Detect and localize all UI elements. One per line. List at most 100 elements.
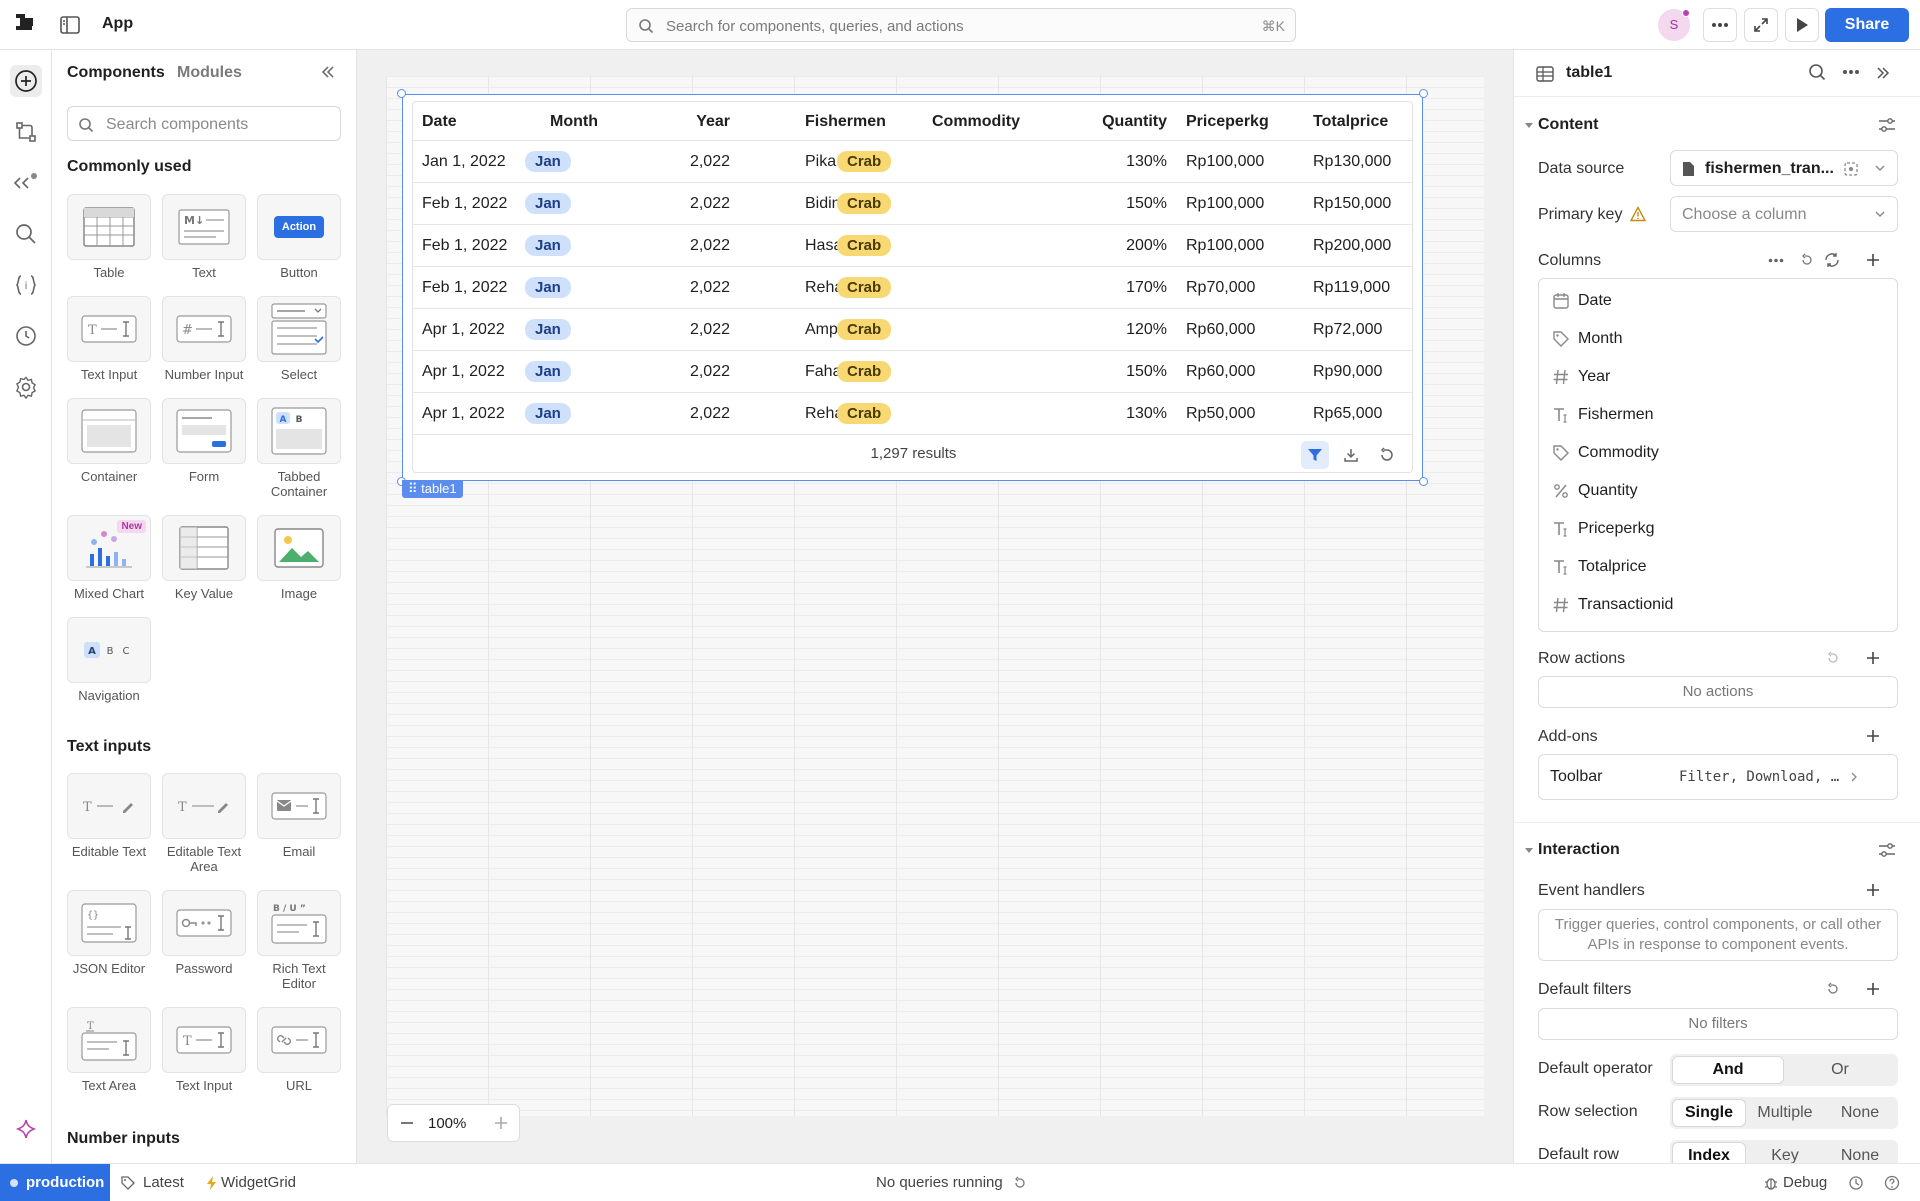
column-header-fishermen[interactable]: Fishermen [805, 113, 886, 131]
component-tile-password[interactable]: Password [162, 890, 246, 976]
panel-toggle-icon[interactable] [59, 14, 81, 36]
collapse-inspector-icon[interactable] [1875, 65, 1891, 81]
toolbar-addon-row[interactable]: Toolbar Filter, Download, … [1538, 754, 1898, 800]
component-tile-form[interactable]: Form [162, 398, 246, 484]
row-selection-multiple[interactable]: Multiple [1747, 1100, 1823, 1126]
add-column-icon[interactable] [1865, 252, 1881, 268]
table-row[interactable]: Feb 1, 2022 Jan 2,022 Bidin Crab 150% Rp100,00… [413, 183, 1412, 225]
section-interaction[interactable]: Interaction [1538, 841, 1620, 859]
default-row-key[interactable]: Key [1747, 1143, 1823, 1163]
component-tile-editable-text[interactable]: T Editable Text [67, 773, 151, 859]
sliders-icon[interactable] [1878, 116, 1896, 134]
component-name-tag[interactable]: ⠿ table1 [402, 480, 463, 498]
add-row-action-icon[interactable] [1865, 650, 1881, 666]
canvas[interactable]: Date Month Year Fishermen Commodity Quan… [357, 50, 1513, 1163]
component-tile-number-input[interactable]: # Number Input [162, 296, 246, 382]
component-tile-text-input-2[interactable]: T Text Input [162, 1007, 246, 1093]
collapse-panel-icon[interactable] [320, 64, 336, 80]
add-component-icon[interactable] [10, 65, 42, 97]
download-icon[interactable] [1337, 441, 1365, 469]
widget-grid-label[interactable]: WidgetGrid [221, 1174, 296, 1191]
add-addon-icon[interactable] [1865, 728, 1881, 744]
column-header-month[interactable]: Month [550, 113, 598, 131]
component-tile-tabbed-container[interactable]: AB Tabbed Container [257, 398, 341, 499]
workflow-icon[interactable] [10, 116, 42, 148]
row-selection-single[interactable]: Single [1673, 1100, 1745, 1126]
component-tile-text[interactable]: M↓ Text [162, 194, 246, 280]
fullscreen-button[interactable] [1744, 8, 1778, 42]
refresh-icon[interactable] [1373, 441, 1401, 469]
component-search-input[interactable]: Search components [67, 106, 341, 141]
row-selection-none[interactable]: None [1825, 1100, 1895, 1126]
component-tile-button[interactable]: Action Button [257, 194, 341, 280]
column-header-year[interactable]: Year [696, 113, 730, 131]
resize-handle-top-left[interactable] [397, 89, 406, 98]
more-menu-button[interactable] [1703, 8, 1737, 42]
history-icon[interactable] [1848, 1175, 1864, 1191]
environment-switcher[interactable]: production [0, 1164, 110, 1201]
tab-components[interactable]: Components [67, 64, 165, 82]
version-label[interactable]: Latest [143, 1174, 184, 1191]
search-icon[interactable] [10, 218, 42, 250]
component-tile-container[interactable]: Container [67, 398, 151, 484]
column-header-commodity[interactable]: Commodity [932, 113, 1020, 131]
component-tile-json-editor[interactable]: {} JSON Editor [67, 890, 151, 976]
code-icon[interactable] [10, 167, 42, 199]
app-title[interactable]: App [102, 15, 133, 33]
refresh-icon[interactable] [1013, 1176, 1027, 1190]
operator-and[interactable]: And [1673, 1057, 1783, 1083]
debug-button[interactable]: Debug [1783, 1174, 1827, 1191]
settings-gear-icon[interactable] [10, 371, 42, 403]
filter-icon[interactable] [1301, 441, 1329, 469]
search-icon[interactable] [1808, 63, 1826, 81]
component-tile-mixed-chart[interactable]: New Mixed Chart [67, 515, 151, 601]
component-tile-key-value[interactable]: Key Value [162, 515, 246, 601]
default-row-index[interactable]: Index [1673, 1143, 1745, 1163]
component-tile-table[interactable]: Table [67, 194, 151, 280]
reset-icon[interactable] [1800, 253, 1814, 267]
component-tile-text-area[interactable]: T Text Area [67, 1007, 151, 1093]
primary-key-select[interactable]: Choose a column [1670, 196, 1898, 232]
zoom-in-icon[interactable] [494, 1116, 508, 1130]
component-tile-rich-text-editor[interactable]: B / U ” Rich Text Editor [257, 890, 341, 991]
component-tile-select[interactable]: Select [257, 296, 341, 382]
component-tile-text-input[interactable]: T Text Input [67, 296, 151, 382]
caret-down-icon[interactable] [1525, 846, 1533, 854]
table-row[interactable]: Apr 1, 2022Jan2,022FahasanCrab150%Rp60,0… [413, 351, 1412, 393]
reset-icon[interactable] [1826, 651, 1840, 665]
table-row[interactable]: Apr 1, 2022 Jan 2,022 Rehan Crab 130% Rp50,000… [413, 393, 1412, 435]
component-tile-image[interactable]: Image [257, 515, 341, 601]
preview-button[interactable] [1785, 8, 1819, 42]
add-event-handler-icon[interactable] [1865, 882, 1881, 898]
caret-down-icon[interactable] [1525, 121, 1533, 129]
table-row[interactable]: Feb 1, 2022 Jan 2,022 Hasan Crab 200% Rp100,00… [413, 225, 1412, 267]
component-tile-url[interactable]: URL [257, 1007, 341, 1093]
history-icon[interactable] [10, 320, 42, 352]
table-component-selected[interactable]: Date Month Year Fishermen Commodity Quan… [402, 94, 1423, 481]
column-header-priceperkg[interactable]: Priceperkg [1186, 113, 1269, 131]
component-tile-email[interactable]: Email [257, 773, 341, 859]
zoom-level[interactable]: 100% [428, 1115, 466, 1132]
zoom-out-icon[interactable] [400, 1116, 414, 1130]
section-content[interactable]: Content [1538, 116, 1598, 134]
tab-modules[interactable]: Modules [177, 64, 242, 82]
table-row[interactable]: Apr 1, 2022 Jan 2,022 Ampe Crab 120% Rp60,000 R… [413, 309, 1412, 351]
help-icon[interactable] [1884, 1175, 1900, 1191]
sync-icon[interactable] [1824, 252, 1840, 268]
state-inspector-icon[interactable]: i [10, 269, 42, 301]
share-button[interactable]: Share [1825, 8, 1909, 42]
more-horizontal-icon[interactable] [1842, 69, 1860, 75]
ai-assist-sparkle-icon[interactable] [10, 1113, 42, 1145]
data-table[interactable]: Date Month Year Fishermen Commodity Quan… [412, 101, 1413, 473]
table-row[interactable]: Feb 1, 2022 Jan 2,022 Rehan Crab 170% Rp70,000… [413, 267, 1412, 309]
global-search-input[interactable]: Search for components, queries, and acti… [626, 8, 1296, 42]
component-tile-editable-text-area[interactable]: T Editable Text Area [162, 773, 246, 874]
component-title[interactable]: table1 [1566, 64, 1612, 82]
more-horizontal-icon[interactable] [1768, 258, 1784, 263]
data-source-select[interactable]: fishermen_tran... [1670, 150, 1898, 186]
drag-grip-icon[interactable]: ⠿ [408, 481, 421, 496]
inspect-query-icon[interactable] [1843, 161, 1859, 177]
default-row-none[interactable]: None [1825, 1143, 1895, 1163]
column-header-totalprice[interactable]: Totalprice [1313, 113, 1388, 131]
sliders-icon[interactable] [1878, 841, 1896, 859]
